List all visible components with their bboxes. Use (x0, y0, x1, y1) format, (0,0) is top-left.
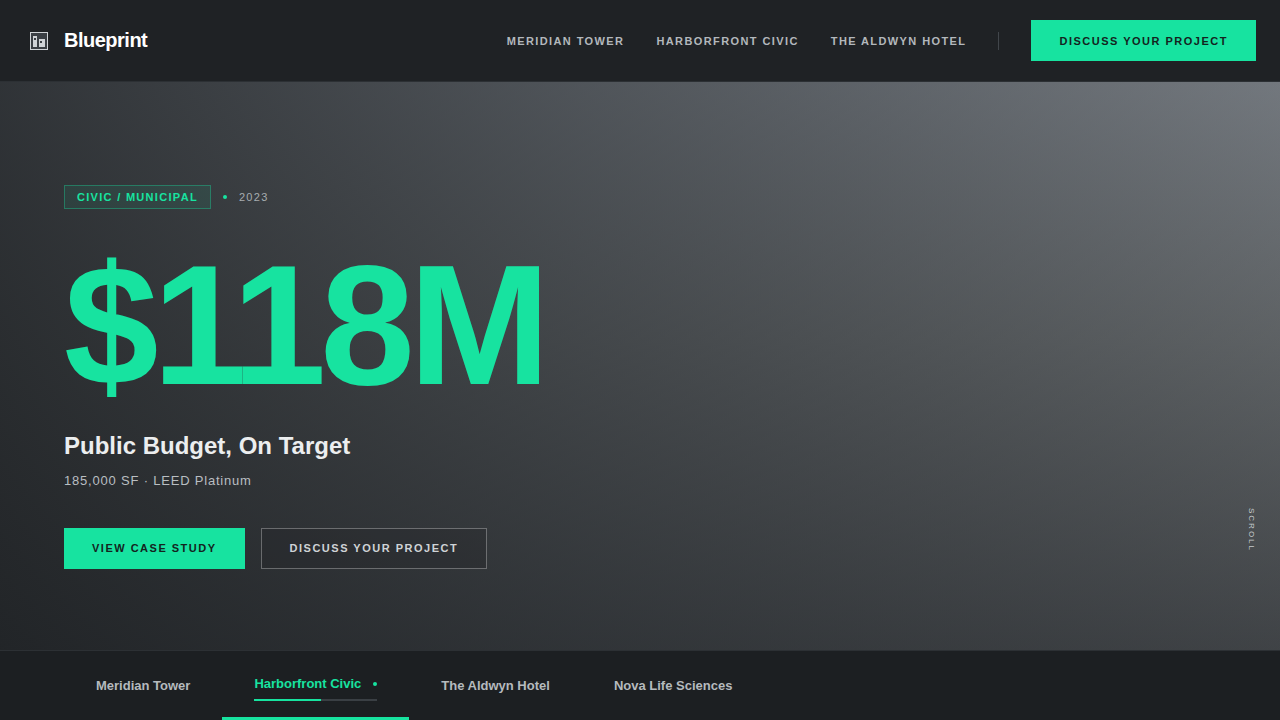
brand[interactable]: Blueprint (30, 29, 147, 52)
tab-label: The Aldwyn Hotel (441, 678, 550, 693)
tab-progress (254, 699, 377, 701)
specs: 185,000 SF · LEED Platinum (64, 473, 252, 488)
cta-button[interactable]: DISCUSS YOUR PROJECT (1031, 20, 1256, 61)
project-tab[interactable]: Harborfront Civic (222, 651, 409, 720)
scroll-indicator[interactable]: SCROLL (1247, 508, 1256, 552)
tab-label: Harborfront Civic (254, 676, 361, 691)
tab-label-row: The Aldwyn Hotel (441, 678, 550, 693)
project-tab[interactable]: Meridian Tower (64, 651, 222, 720)
progress-fill (254, 699, 320, 701)
tab-label-row: Harborfront Civic (254, 676, 377, 691)
meta-dot (223, 195, 227, 199)
hero: CIVIC / MUNICIPAL 2023 $118M Public Budg… (0, 82, 1280, 650)
project-meta: CIVIC / MUNICIPAL 2023 (64, 185, 269, 209)
hero-actions: VIEW CASE STUDY DISCUSS YOUR PROJECT (64, 528, 487, 569)
budget-figure: $118M (64, 240, 544, 410)
project-tab[interactable]: The Aldwyn Hotel (409, 651, 582, 720)
nav-link[interactable]: THE ALDWYN HOTEL (831, 35, 967, 47)
header: Blueprint MERIDIAN TOWER HARBORFRONT CIVI… (0, 0, 1280, 82)
tab-label-row: Meridian Tower (96, 678, 190, 693)
nav: MERIDIAN TOWER HARBORFRONT CIVIC THE ALDWY… (507, 35, 967, 47)
tab-label-row: Nova Life Sciences (614, 678, 733, 693)
active-tab-bar (222, 717, 409, 720)
tab-label: Nova Life Sciences (614, 678, 733, 693)
active-dot (373, 682, 377, 686)
year: 2023 (239, 191, 269, 203)
building-logo-icon (30, 32, 48, 50)
primary-button[interactable]: VIEW CASE STUDY (64, 528, 245, 569)
headline: Public Budget, On Target (64, 432, 350, 461)
page: Blueprint MERIDIAN TOWER HARBORFRONT CIVI… (0, 0, 1280, 720)
hero-content: CIVIC / MUNICIPAL 2023 $118M Public Budg… (0, 82, 1280, 569)
project-tab[interactable]: Nova Life Sciences (582, 651, 765, 720)
nav-separator (998, 32, 999, 50)
logo-text: Blueprint (64, 29, 147, 52)
nav-link[interactable]: HARBORFRONT CIVIC (656, 35, 798, 47)
category-tag: CIVIC / MUNICIPAL (64, 185, 211, 209)
nav-link[interactable]: MERIDIAN TOWER (507, 35, 625, 47)
outline-button[interactable]: DISCUSS YOUR PROJECT (261, 528, 488, 569)
tab-label: Meridian Tower (96, 678, 190, 693)
project-tabs: Meridian Tower Harborfront Civic The Ald… (0, 650, 1280, 720)
